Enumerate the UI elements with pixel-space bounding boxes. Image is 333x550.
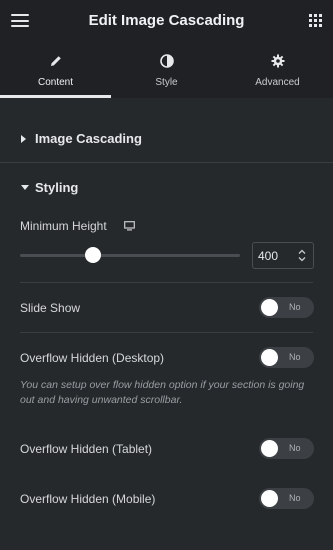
overflow-desktop-description: You can setup over flow hidden option if… bbox=[20, 379, 305, 406]
toggle-state: No bbox=[289, 352, 301, 362]
tab-style[interactable]: Style bbox=[111, 41, 222, 98]
stepper-arrows-icon[interactable] bbox=[298, 248, 306, 263]
overflow-desktop-label: Overflow Hidden (Desktop) bbox=[20, 351, 165, 365]
minimum-height-label: Minimum Height bbox=[20, 219, 107, 233]
slide-show-toggle[interactable]: No bbox=[259, 297, 314, 318]
toggle-knob bbox=[261, 490, 278, 507]
slider-handle[interactable] bbox=[84, 247, 101, 263]
section-image-cascading[interactable]: Image Cascading bbox=[0, 125, 333, 153]
overflow-mobile-label: Overflow Hidden (Mobile) bbox=[20, 492, 156, 506]
section-label: Styling bbox=[35, 180, 79, 195]
top-bar: Edit Image Cascading bbox=[0, 0, 333, 41]
slide-show-label: Slide Show bbox=[20, 301, 81, 315]
section-styling[interactable]: Styling bbox=[0, 174, 333, 202]
tab-advanced[interactable]: Advanced bbox=[222, 41, 333, 98]
grid-icon[interactable] bbox=[309, 14, 322, 27]
overflow-mobile-toggle[interactable]: No bbox=[259, 488, 314, 509]
control-divider bbox=[20, 282, 313, 283]
toggle-knob bbox=[261, 349, 278, 366]
toggle-state: No bbox=[289, 302, 301, 312]
tab-bar: Content Style Advanced bbox=[0, 41, 333, 98]
control-divider bbox=[20, 332, 313, 333]
tab-content[interactable]: Content bbox=[0, 41, 111, 98]
minimum-height-input[interactable]: 400 bbox=[252, 242, 314, 269]
desktop-monitor-icon[interactable] bbox=[124, 221, 135, 231]
toggle-knob bbox=[261, 299, 278, 316]
overflow-tablet-label: Overflow Hidden (Tablet) bbox=[20, 442, 153, 456]
pencil-icon bbox=[50, 56, 61, 66]
minimum-height-value: 400 bbox=[258, 249, 279, 263]
overflow-desktop-toggle[interactable]: No bbox=[259, 347, 314, 368]
caret-right-icon bbox=[21, 135, 26, 143]
caret-down-icon bbox=[21, 185, 29, 190]
overflow-tablet-toggle[interactable]: No bbox=[259, 438, 314, 459]
half-circle-icon bbox=[159, 54, 174, 68]
tab-label: Advanced bbox=[255, 77, 300, 88]
panel-title: Edit Image Cascading bbox=[88, 12, 245, 29]
toggle-knob bbox=[261, 440, 278, 457]
tab-label: Content bbox=[37, 77, 74, 88]
gear-icon bbox=[271, 54, 284, 68]
toggle-state: No bbox=[289, 493, 301, 503]
toggle-state: No bbox=[289, 443, 301, 453]
section-label: Image Cascading bbox=[35, 131, 142, 146]
minimum-height-slider[interactable] bbox=[20, 247, 240, 263]
section-divider bbox=[0, 162, 333, 163]
tab-label: Style bbox=[155, 77, 178, 88]
